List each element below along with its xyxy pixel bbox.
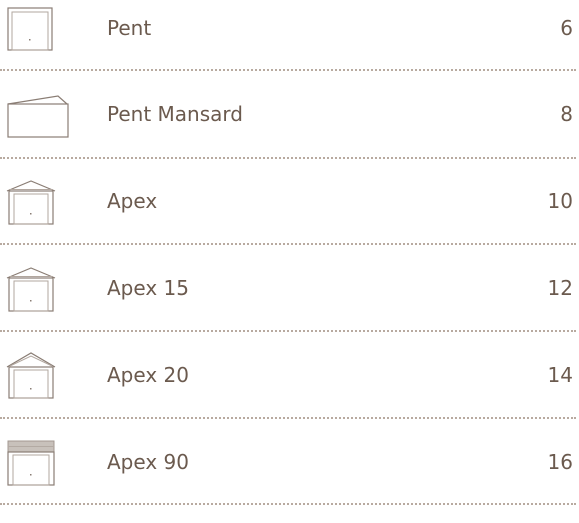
contents-item-label: Apex 20 bbox=[107, 363, 189, 387]
contents-item-label: Apex 90 bbox=[107, 450, 189, 474]
apex-shed-icon bbox=[0, 179, 72, 225]
contents-item-page: 6 bbox=[560, 16, 573, 40]
apex-15-shed-icon bbox=[0, 266, 72, 312]
contents-item-label: Pent bbox=[107, 16, 152, 40]
pent-shed-icon bbox=[0, 6, 72, 51]
contents-row-apex[interactable]: Apex 10 bbox=[0, 173, 579, 233]
contents-item-page: 14 bbox=[547, 363, 573, 387]
dotted-separator bbox=[0, 503, 576, 505]
contents-item-page: 8 bbox=[560, 102, 573, 126]
contents-item-label: Pent Mansard bbox=[107, 102, 243, 126]
contents-item-page: 16 bbox=[547, 450, 573, 474]
contents-row-apex-20[interactable]: Apex 20 14 bbox=[0, 347, 579, 407]
contents-row-apex-15[interactable]: Apex 15 12 bbox=[0, 260, 579, 320]
dotted-separator bbox=[0, 69, 576, 71]
contents-row-pent-mansard[interactable]: Pent Mansard 8 bbox=[0, 86, 579, 146]
dotted-separator bbox=[0, 330, 576, 332]
contents-row-pent[interactable]: Pent 6 bbox=[0, 0, 579, 60]
contents-item-page: 10 bbox=[547, 189, 573, 213]
dotted-separator bbox=[0, 417, 576, 419]
pent-mansard-shed-icon bbox=[0, 92, 72, 138]
dotted-separator bbox=[0, 243, 576, 245]
contents-row-apex-90[interactable]: Apex 90 16 bbox=[0, 434, 579, 494]
apex-90-shed-icon bbox=[0, 440, 72, 486]
contents-item-label: Apex bbox=[107, 189, 158, 213]
contents-item-label: Apex 15 bbox=[107, 276, 189, 300]
dotted-separator bbox=[0, 157, 576, 159]
contents-item-page: 12 bbox=[547, 276, 573, 300]
apex-20-shed-icon bbox=[0, 352, 72, 399]
